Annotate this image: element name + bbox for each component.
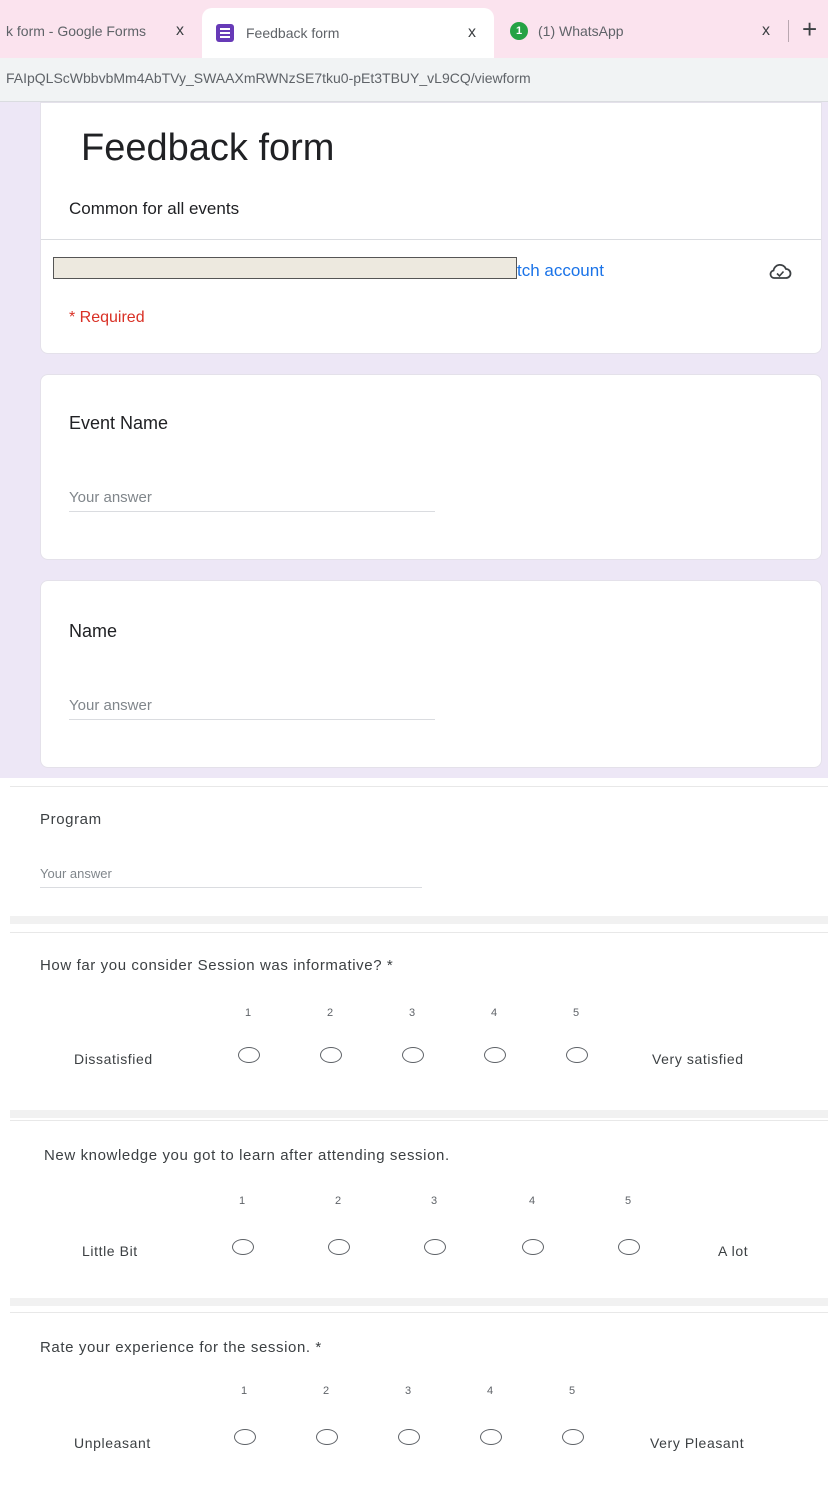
question-label: Program — [40, 811, 102, 828]
radio-option-3[interactable] — [424, 1239, 446, 1255]
scale-number: 1 — [244, 1007, 252, 1019]
scale-number: 5 — [568, 1385, 576, 1397]
radio-option-5[interactable] — [566, 1047, 588, 1063]
browser-tab-bar: k form - Google Forms x Feedback form x … — [0, 0, 828, 58]
form-title: Feedback form — [81, 127, 335, 169]
scale-high-label: A lot — [718, 1243, 749, 1259]
question-label: Rate your experience for the session. * — [40, 1339, 322, 1356]
radio-option-3[interactable] — [398, 1429, 420, 1445]
switch-account-link[interactable]: tch account — [517, 261, 604, 281]
scale-number: 3 — [430, 1195, 438, 1207]
radio-option-2[interactable] — [316, 1429, 338, 1445]
new-tab-button[interactable]: + — [802, 16, 817, 42]
question-label: Event Name — [69, 413, 169, 433]
required-note: * Required — [69, 309, 145, 326]
tab-label: k form - Google Forms — [6, 23, 147, 39]
scale-number: 1 — [240, 1385, 248, 1397]
scale-high-label: Very satisfied — [652, 1051, 744, 1067]
tab-separator — [788, 20, 789, 42]
question-label: How far you consider Session was informa… — [40, 957, 394, 974]
radio-option-5[interactable] — [618, 1239, 640, 1255]
question-label: New knowledge you got to learn after att… — [44, 1147, 450, 1164]
scale-high-label: Very Pleasant — [650, 1435, 745, 1451]
scale-number: 3 — [404, 1385, 412, 1397]
scale-question-card-knowledge: New knowledge you got to learn after att… — [10, 1120, 828, 1306]
scale-number: 2 — [326, 1007, 334, 1019]
name-input[interactable] — [69, 691, 435, 720]
radio-option-1[interactable] — [234, 1429, 256, 1445]
question-card-name: Name — [40, 580, 822, 768]
radio-option-1[interactable] — [232, 1239, 254, 1255]
event-name-input[interactable] — [69, 483, 435, 512]
whatsapp-icon: 1 — [510, 22, 528, 40]
tab-label: Feedback form — [246, 25, 340, 41]
close-tab-icon[interactable]: x — [762, 22, 770, 40]
tab-google-forms[interactable]: k form - Google Forms x — [0, 8, 200, 54]
radio-option-4[interactable] — [484, 1047, 506, 1063]
divider — [41, 239, 821, 240]
scale-number: 1 — [238, 1195, 246, 1207]
tab-label: (1) WhatsApp — [538, 23, 624, 39]
radio-option-3[interactable] — [402, 1047, 424, 1063]
scale-low-label: Unpleasant — [74, 1435, 151, 1451]
scale-low-label: Little Bit — [82, 1243, 138, 1259]
scale-number: 5 — [624, 1195, 632, 1207]
scale-question-card-experience: Rate your experience for the session. * … — [10, 1312, 828, 1488]
question-card-program: Program — [10, 786, 828, 924]
radio-option-1[interactable] — [238, 1047, 260, 1063]
scale-number: 3 — [408, 1007, 416, 1019]
radio-option-4[interactable] — [522, 1239, 544, 1255]
close-tab-icon[interactable]: x — [176, 22, 184, 40]
form-header-card: Feedback form Common for all events tch … — [40, 102, 822, 354]
google-forms-icon — [216, 24, 234, 42]
scale-number: 4 — [528, 1195, 536, 1207]
radio-option-2[interactable] — [328, 1239, 350, 1255]
close-tab-icon[interactable]: x — [468, 24, 476, 42]
scale-number: 2 — [322, 1385, 330, 1397]
scale-number: 4 — [486, 1385, 494, 1397]
radio-option-5[interactable] — [562, 1429, 584, 1445]
address-bar[interactable]: FAIpQLScWbbvbMm4AbTVy_SWAAXmRWNzSE7tku0-… — [0, 58, 828, 102]
question-label: Name — [69, 621, 118, 641]
form-description: Common for all events — [69, 199, 240, 218]
program-input[interactable] — [40, 859, 422, 888]
scale-low-label: Dissatisfied — [74, 1051, 153, 1067]
radio-option-2[interactable] — [320, 1047, 342, 1063]
question-card-event-name: Event Name — [40, 374, 822, 560]
tab-feedback-form[interactable]: Feedback form x — [202, 8, 494, 58]
radio-option-4[interactable] — [480, 1429, 502, 1445]
scale-number: 5 — [572, 1007, 580, 1019]
url-text[interactable]: FAIpQLScWbbvbMm4AbTVy_SWAAXmRWNzSE7tku0-… — [6, 70, 531, 86]
scale-number: 4 — [490, 1007, 498, 1019]
redacted-account-email — [53, 257, 517, 279]
tab-whatsapp[interactable]: 1 (1) WhatsApp x — [496, 8, 788, 54]
scale-number: 2 — [334, 1195, 342, 1207]
cloud-saved-icon — [769, 263, 792, 279]
scale-question-card-informative: How far you consider Session was informa… — [10, 932, 828, 1118]
